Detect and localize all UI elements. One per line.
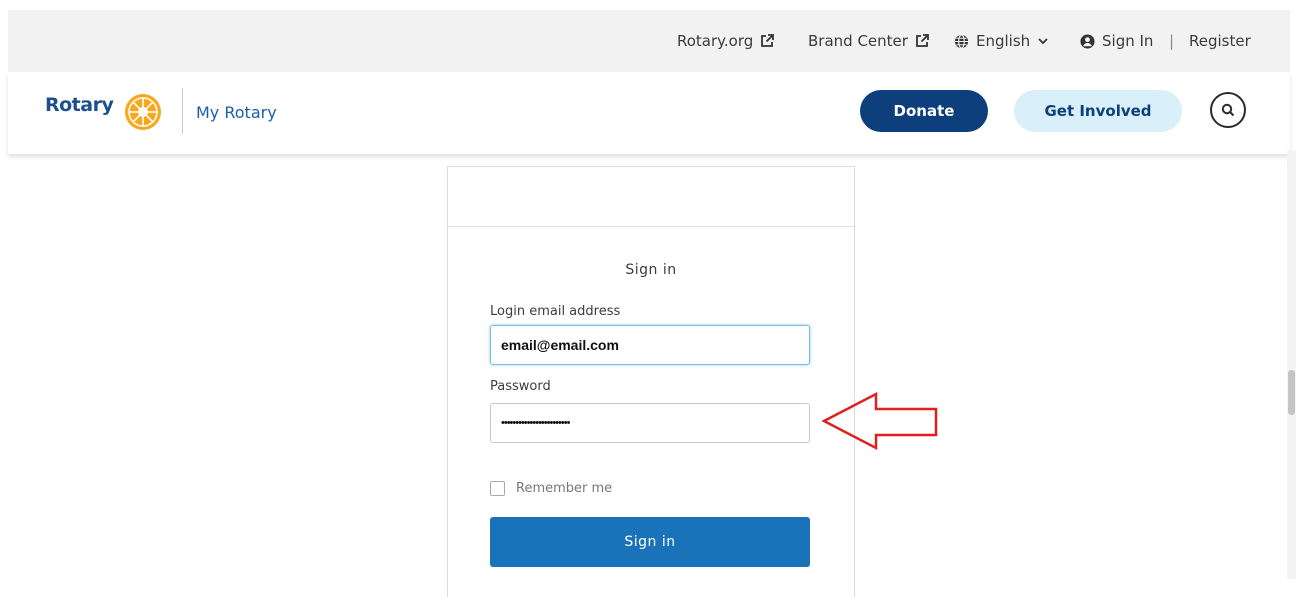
sign-in-link[interactable]: Sign In: [1080, 32, 1153, 50]
donate-button[interactable]: Donate: [860, 90, 988, 132]
password-field[interactable]: [490, 403, 810, 443]
signin-card: Sign in Login email address Password Rem…: [447, 166, 855, 597]
signin-button[interactable]: Sign in: [490, 517, 810, 567]
register-link[interactable]: Register: [1189, 32, 1251, 50]
rotary-org-label: Rotary.org: [677, 32, 754, 50]
external-link-icon: [761, 34, 775, 47]
remember-me-checkbox[interactable]: [490, 481, 505, 496]
card-header: [448, 167, 854, 227]
rotary-org-link[interactable]: Rotary.org: [677, 32, 775, 50]
header-divider: [182, 88, 183, 134]
separator: |: [1169, 32, 1175, 50]
language-label: English: [976, 32, 1031, 50]
user-icon: [1080, 33, 1095, 49]
scrollbar-thumb[interactable]: [1288, 370, 1295, 415]
register-label: Register: [1189, 32, 1251, 50]
search-button[interactable]: [1210, 92, 1246, 128]
language-selector[interactable]: English: [954, 32, 1049, 50]
email-field[interactable]: [490, 325, 810, 365]
chevron-down-icon: [1038, 38, 1048, 45]
scrollbar-track[interactable]: [1287, 150, 1296, 579]
search-icon: [1221, 103, 1235, 117]
my-rotary-link[interactable]: My Rotary: [196, 103, 277, 122]
external-link-icon: [916, 34, 929, 47]
annotation-arrow-icon: [821, 391, 938, 451]
email-label: Login email address: [490, 304, 621, 319]
get-involved-button[interactable]: Get Involved: [1014, 90, 1182, 132]
signin-title: Sign in: [625, 262, 677, 278]
utility-bar: Rotary.org Brand Center English Sign In: [8, 10, 1290, 72]
password-label: Password: [490, 379, 551, 394]
brand-center-label: Brand Center: [808, 32, 908, 50]
remember-me-label: Remember me: [516, 481, 613, 496]
rotary-logo-text[interactable]: Rotary: [45, 94, 114, 116]
main-header: Rotary My Rotary Donate Get Involved: [8, 72, 1290, 154]
brand-center-link[interactable]: Brand Center: [808, 32, 929, 50]
rotary-wheel-icon: [125, 94, 161, 130]
globe-icon: [954, 33, 969, 49]
sign-in-label: Sign In: [1102, 32, 1154, 50]
